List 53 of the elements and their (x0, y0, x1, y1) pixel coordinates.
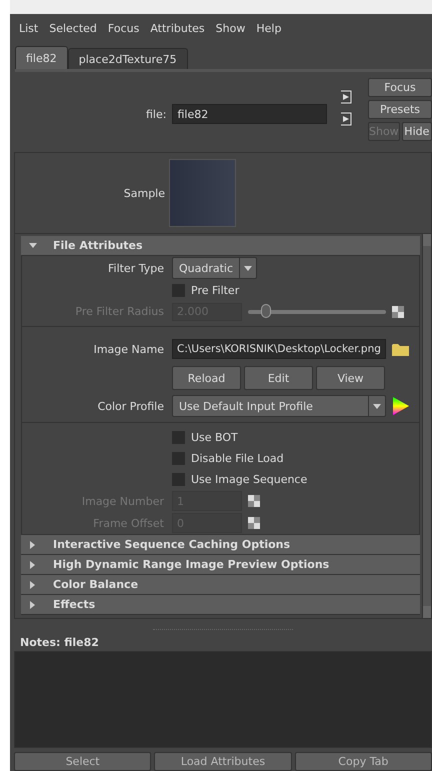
menu-item[interactable]: Selected (49, 22, 97, 35)
menu-item[interactable]: Attributes (150, 22, 205, 35)
collapsed-triangle-icon (29, 580, 37, 589)
menu-item[interactable]: Show (216, 22, 246, 35)
node-label: file: (146, 108, 166, 121)
section-header[interactable]: High Dynamic Range Image Preview Options (21, 555, 420, 576)
field-label: Color Profile (96, 400, 165, 413)
sample-label: Sample (122, 186, 165, 200)
expanded-triangle-icon (29, 242, 37, 250)
checkbox[interactable] (172, 473, 185, 486)
node-name-field[interactable]: file82 (172, 104, 328, 124)
action-button[interactable]: Edit (244, 366, 313, 390)
action-button[interactable]: Reload (172, 366, 241, 390)
section-header[interactable]: Effects (21, 595, 420, 616)
checkbox[interactable] (172, 431, 185, 444)
output-arrow-icon[interactable] (340, 112, 354, 126)
checkbox-label: Pre Filter (191, 284, 240, 298)
collapsed-triangle-icon (29, 540, 37, 549)
filter-type-dropdown[interactable]: Quadratic (172, 257, 258, 280)
folder-icon[interactable] (392, 342, 409, 356)
checkbox[interactable] (172, 452, 185, 466)
checkbox[interactable] (172, 284, 185, 298)
dropdown-caret-icon (373, 404, 381, 409)
input-arrow-icon[interactable] (340, 90, 354, 104)
presets-button[interactable]: Presets (368, 100, 432, 120)
menu-item[interactable]: List (19, 22, 38, 35)
section-header[interactable]: File Attributes (21, 236, 420, 256)
color-profile-dropdown[interactable]: Use Default Input Profile (172, 395, 386, 418)
notes-title: Notes: file82 (19, 634, 100, 651)
action-button[interactable]: View (316, 366, 385, 390)
dropdown-caret-icon (244, 266, 252, 271)
path-field[interactable]: C:\Users\KORISNIK\Desktop\Locker.png (172, 339, 386, 360)
toggle-button[interactable]: Hide (402, 122, 432, 142)
collapsed-triangle-icon (29, 560, 37, 569)
collapsed-triangle-icon (29, 600, 37, 609)
checkbox-label: Use BOT (191, 431, 238, 444)
field-label: Image Name (92, 342, 165, 356)
tab[interactable]: file82 (15, 46, 68, 70)
section-header[interactable]: Interactive Sequence Caching Options (21, 535, 420, 556)
bottom-button[interactable]: Select (14, 752, 152, 771)
focus-button[interactable]: Focus (368, 78, 432, 98)
bottom-button[interactable]: Load Attributes (154, 752, 292, 771)
field-label: Filter Type (106, 262, 165, 275)
photo-placeholder (169, 159, 236, 228)
menu-item[interactable]: Help (256, 22, 282, 35)
tab[interactable]: place2dTexture75 (68, 48, 188, 70)
bottom-button[interactable]: Copy Tab (294, 752, 432, 771)
section-header[interactable]: Color Balance (21, 575, 420, 596)
notes-field[interactable] (14, 650, 432, 748)
color-wheel-icon[interactable] (392, 397, 410, 416)
menu-item[interactable]: Focus (108, 22, 140, 35)
checkbox-label: Disable File Load (191, 452, 284, 466)
checkbox-label: Use Image Sequence (191, 473, 308, 486)
